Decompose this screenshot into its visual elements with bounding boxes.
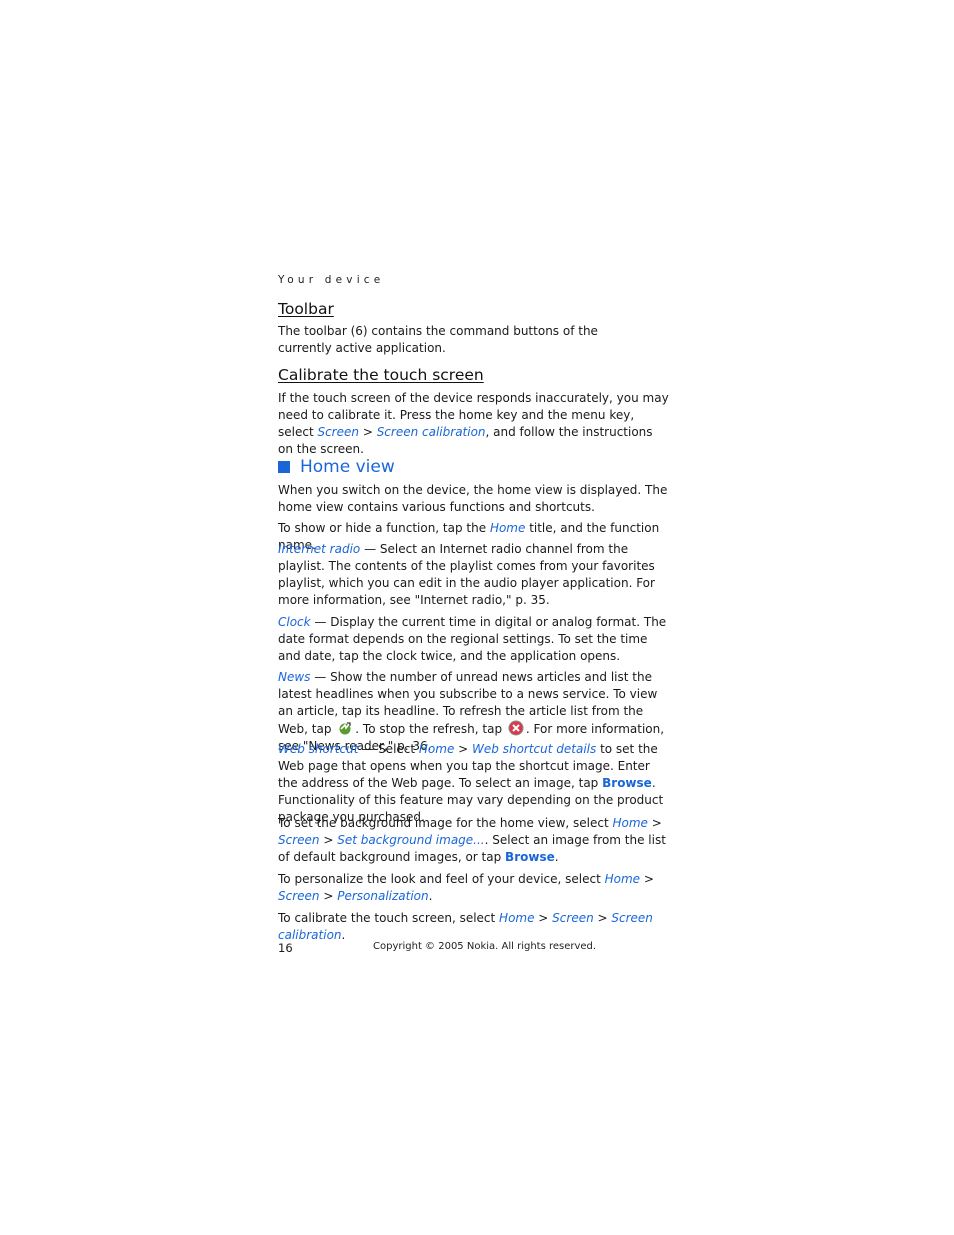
toolbar-heading: Toolbar	[278, 300, 334, 318]
menu-screen: Screen	[317, 425, 359, 439]
web-shortcut-label: Web shortcut	[278, 742, 359, 756]
home-view-intro: When you switch on the device, the home …	[278, 483, 668, 514]
browse-label: Browse	[602, 776, 652, 790]
clock-label: Clock	[278, 615, 311, 629]
running-head: Your device	[278, 274, 385, 286]
home-view-heading: Home view	[278, 457, 395, 477]
internet-radio-label: Internet radio	[278, 542, 361, 556]
calibrate-touch-text: To calibrate the touch screen, select Ho…	[278, 911, 653, 942]
calibrate-text: If the touch screen of the device respon…	[278, 391, 669, 456]
personalize-text: To personalize the look and feel of your…	[278, 872, 654, 903]
stop-icon	[508, 720, 524, 736]
refresh-icon	[339, 722, 351, 735]
page-number: 16	[278, 941, 293, 955]
web-shortcut-text: Web shortcut — Select Home > Web shortcu…	[278, 742, 664, 824]
menu-screen-calibration: Screen calibration	[376, 425, 486, 439]
calibrate-heading: Calibrate the touch screen	[278, 366, 484, 384]
section-square-icon	[278, 461, 290, 473]
clock-text: Clock — Display the current time in digi…	[278, 615, 667, 663]
copyright: Copyright © 2005 Nokia. All rights reser…	[373, 941, 597, 952]
internet-radio-text: Internet radio — Select an Internet radi…	[278, 542, 655, 607]
news-label: News	[278, 670, 311, 684]
background-image-text: To set the background image for the home…	[278, 816, 666, 864]
toolbar-text: The toolbar (6) contains the command but…	[278, 324, 598, 355]
